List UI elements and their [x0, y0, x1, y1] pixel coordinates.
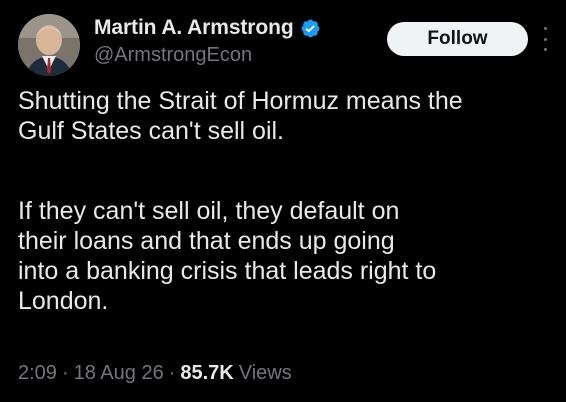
tweet-card: Martin A. Armstrong @ArmstrongEcon Follo… [0, 0, 566, 402]
tweet-meta: 2:09 · 18 Aug 26 · 85.7K Views [18, 362, 292, 385]
avatar-image [18, 14, 80, 76]
views-label: Views [238, 362, 292, 384]
follow-button[interactable]: Follow [387, 22, 528, 56]
avatar[interactable] [18, 14, 80, 76]
tweet-text-line: their loans and that ends up going [18, 227, 395, 255]
tweet-text-line: into a banking crisis that leads right t… [18, 257, 437, 285]
tweet-text-line: Shutting the Strait of Hormuz means the [18, 87, 463, 115]
tweet-time[interactable]: 2:09 [18, 362, 57, 385]
author-display-name[interactable]: Martin A. Armstrong [94, 16, 294, 40]
author-handle[interactable]: @ArmstrongEcon [94, 44, 252, 67]
views-count: 85.7K [180, 362, 234, 384]
more-vertical-icon[interactable] [540, 27, 550, 51]
tweet-text: Shutting the Strait of Hormuz means the … [18, 86, 558, 316]
tweet-date[interactable]: 18 Aug 26 [74, 362, 164, 385]
tweet-text-line: If they can't sell oil, they default on [18, 197, 400, 225]
meta-separator: · [61, 362, 69, 384]
verified-badge-icon [300, 18, 321, 39]
author-name-row: Martin A. Armstrong [94, 14, 321, 42]
tweet-text-line: London. [18, 287, 109, 315]
tweet-text-line: Gulf States can't sell oil. [18, 117, 285, 145]
meta-separator: · [168, 362, 176, 384]
